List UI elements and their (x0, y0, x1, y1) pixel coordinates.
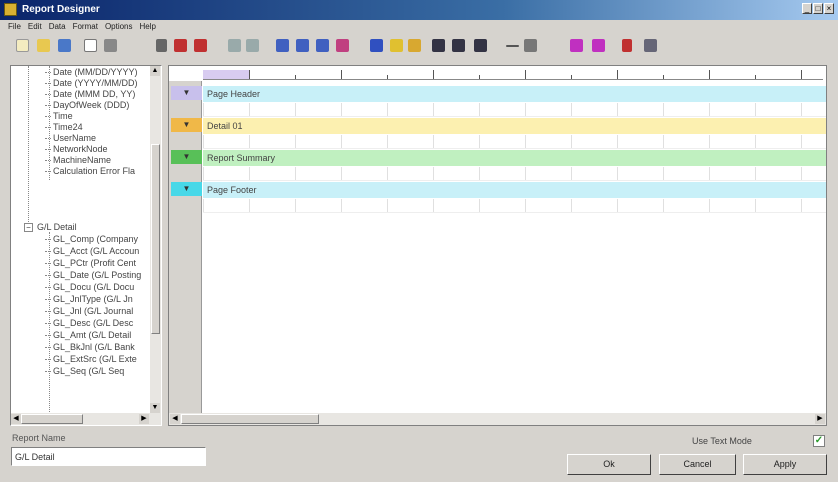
zoom-out-icon[interactable] (246, 39, 259, 52)
band-page-header[interactable]: Page Header (203, 86, 826, 102)
tree-item-gl-seq[interactable]: GL_Seq (G/L Seq (45, 365, 124, 377)
report-name-input[interactable] (11, 447, 206, 466)
pen-icon[interactable] (524, 39, 537, 52)
band-area-detail-01[interactable] (203, 135, 826, 149)
print-icon[interactable] (104, 39, 117, 52)
tree-item-gl-jnltype[interactable]: GL_JnlType (G/L Jn (45, 293, 133, 305)
text-mode-checkbox[interactable]: ✓ (813, 435, 825, 447)
scroll-right-icon[interactable]: ▶ (139, 414, 149, 424)
band-toggle-detail[interactable]: ▼ (171, 118, 202, 132)
image-icon[interactable] (408, 39, 421, 52)
tree-item-calc-error[interactable]: Calculation Error Fla (45, 165, 135, 177)
grid-icon[interactable] (432, 39, 445, 52)
band-report-summary[interactable]: Report Summary (203, 150, 826, 166)
minimize-icon[interactable]: _ (802, 3, 812, 14)
scroll-left-icon[interactable]: ◀ (170, 414, 180, 424)
band-area-page-header[interactable] (203, 103, 826, 117)
tree-vscroll-thumb[interactable] (151, 144, 160, 334)
band-area-report-summary[interactable] (203, 167, 826, 181)
align-center-icon[interactable] (296, 39, 309, 52)
chart-icon[interactable] (336, 39, 349, 52)
tree-item-gl-amt[interactable]: GL_Amt (G/L Detail (45, 329, 131, 341)
settings-icon[interactable] (644, 39, 657, 52)
maximize-icon[interactable]: □ (813, 3, 823, 14)
scroll-down-icon[interactable]: ▼ (150, 403, 160, 413)
title-bar: Report Designer _ □ × (0, 0, 838, 20)
band-page-footer[interactable]: Page Footer (203, 182, 826, 198)
ruler (203, 70, 823, 80)
band-area-page-footer[interactable] (203, 199, 826, 213)
collapse-icon[interactable]: − (24, 223, 33, 232)
tree-item-gl-date[interactable]: GL_Date (G/L Posting (45, 269, 141, 281)
menu-options[interactable]: Options (105, 20, 133, 34)
sort-icon[interactable] (592, 39, 605, 52)
cut-icon[interactable] (156, 39, 167, 52)
text-mode-label: Use Text Mode (692, 436, 752, 446)
field-icon[interactable] (390, 39, 403, 52)
tree-item-gl-extsrc[interactable]: GL_ExtSrc (G/L Exte (45, 353, 137, 365)
report-name-label: Report Name (12, 433, 66, 443)
toolbar (0, 35, 838, 57)
app-icon (4, 3, 17, 16)
open-icon[interactable] (37, 39, 50, 52)
tree-hscroll-thumb[interactable] (21, 414, 83, 424)
scroll-up-icon[interactable]: ▲ (150, 66, 160, 76)
tree-item-gl-bkjnl[interactable]: GL_BkJnl (G/L Bank (45, 341, 135, 353)
menu-help[interactable]: Help (140, 20, 156, 34)
align-left-icon[interactable] (276, 39, 289, 52)
cancel-button[interactable]: Cancel (659, 454, 736, 475)
ruler-marker (203, 70, 249, 79)
magnet-icon[interactable] (570, 39, 583, 52)
table-icon[interactable] (506, 45, 519, 47)
band-toggle-page-header[interactable]: ▼ (171, 86, 202, 100)
band-toggle-page-footer[interactable]: ▼ (171, 182, 202, 196)
tree-horizontal-scrollbar[interactable]: ◀ ▶ (11, 413, 161, 425)
scroll-left-icon[interactable]: ◀ (11, 414, 21, 424)
properties-icon[interactable] (622, 39, 632, 52)
apply-button[interactable]: Apply (743, 454, 827, 475)
menu-data[interactable]: Data (49, 20, 66, 34)
window-title: Report Designer (22, 4, 100, 15)
menu-file[interactable]: File (8, 20, 21, 34)
tree-item-gl-comp[interactable]: GL_Comp (Company (45, 233, 138, 245)
designer-hscroll-thumb[interactable] (181, 414, 319, 424)
menu-bar: File Edit Data Format Options Help (0, 20, 838, 34)
save-icon[interactable] (58, 39, 71, 52)
align-right-icon[interactable] (316, 39, 329, 52)
tree-item-gl-desc[interactable]: GL_Desc (G/L Desc (45, 317, 133, 329)
redo-icon[interactable] (194, 39, 207, 52)
tree-item-gl-pctr[interactable]: GL_PCtr (Profit Cent (45, 257, 136, 269)
scroll-right-icon[interactable]: ▶ (815, 414, 825, 424)
band-detail-01[interactable]: Detail 01 (203, 118, 826, 134)
tree-item-gl-acct[interactable]: GL_Acct (G/L Accoun (45, 245, 139, 257)
copy-icon[interactable] (84, 39, 97, 52)
designer-horizontal-scrollbar[interactable]: ◀ ▶ (169, 413, 826, 425)
menu-format[interactable]: Format (73, 20, 98, 34)
text-icon[interactable] (370, 39, 383, 52)
zoom-in-icon[interactable] (228, 39, 241, 52)
box-icon[interactable] (474, 39, 487, 52)
report-designer-canvas[interactable]: ▼ Page Header ▼ Detail 01 ▼ Report Summa… (168, 65, 827, 426)
menu-edit[interactable]: Edit (28, 20, 42, 34)
tree-group-gl-detail[interactable]: G/L Detail (37, 221, 77, 233)
band-gutter (169, 81, 202, 425)
undo-icon[interactable] (174, 39, 187, 52)
band-toggle-report-summary[interactable]: ▼ (171, 150, 202, 164)
field-tree[interactable]: Date (MM/DD/YYYY) Date (YYYY/MM/DD) Date… (10, 65, 162, 426)
ok-button[interactable]: Ok (567, 454, 651, 475)
close-icon[interactable]: × (824, 3, 834, 14)
line-icon[interactable] (452, 39, 465, 52)
tree-item-gl-docu[interactable]: GL_Docu (G/L Docu (45, 281, 134, 293)
tree-vertical-scrollbar[interactable]: ▲ ▼ (150, 66, 161, 413)
new-icon[interactable] (16, 39, 29, 52)
tree-item-gl-jnl[interactable]: GL_Jnl (G/L Journal (45, 305, 133, 317)
